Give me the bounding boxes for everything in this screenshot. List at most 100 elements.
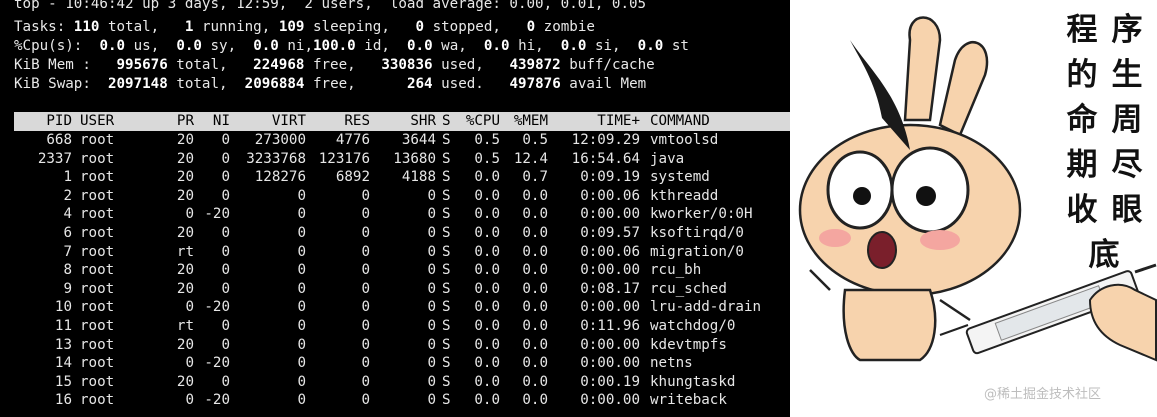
cell-virt: 0 <box>297 318 306 334</box>
summary-uptime-line: top - 10:46:42 up 3 days, 12:59, 2 users… <box>14 0 647 12</box>
cell-ni: -20 <box>204 392 230 409</box>
cell-ni: 0 <box>221 280 230 297</box>
summary-tasks-line: Tasks: 110 total, 1 running, 109 sleepin… <box>14 19 595 35</box>
column-header-state: S <box>442 113 451 129</box>
cell-state: S <box>442 299 451 316</box>
cell-time: 0:08.17 <box>580 280 640 297</box>
cell-command: ksoftirqd/0 <box>650 225 744 241</box>
cell-user: root <box>80 187 115 204</box>
cell-pr: 20 <box>176 262 194 279</box>
cell-ni: 0 <box>221 336 230 353</box>
caption-char: 眼 <box>1111 192 1143 228</box>
cell-pid: 4 <box>63 206 72 223</box>
cell-ni: 0 <box>221 243 230 260</box>
cell-pr: rt <box>176 318 194 334</box>
cell-mem: 12.4 <box>513 150 548 167</box>
cell-mem: 0.0 <box>522 373 548 390</box>
cell-cpu: 0.0 <box>474 187 500 204</box>
cell-user: root <box>80 150 115 167</box>
cell-res: 4776 <box>335 132 370 148</box>
cell-time: 0:09.19 <box>580 169 640 186</box>
cell-command: vmtoolsd <box>650 132 719 148</box>
cell-user: root <box>80 243 115 260</box>
cell-virt: 0 <box>297 336 306 353</box>
cell-cpu: 0.5 <box>474 150 500 167</box>
cell-res: 0 <box>361 355 370 372</box>
cell-virt: 0 <box>297 299 306 316</box>
cell-res: 0 <box>361 187 370 204</box>
cell-res: 0 <box>361 392 370 409</box>
cell-pid: 1 <box>63 169 72 186</box>
meme-panel: @稀土掘金技术社区 程序的生命周期尽收眼底 <box>790 0 1157 417</box>
cell-shr: 0 <box>427 225 436 241</box>
cell-virt: 0 <box>297 392 306 409</box>
cell-cpu: 0.0 <box>474 299 500 316</box>
cell-pid: 15 <box>54 373 72 390</box>
cell-cpu: 0.0 <box>474 243 500 260</box>
column-header-res: RES <box>344 113 370 129</box>
cell-state: S <box>442 336 451 353</box>
cell-cpu: 0.0 <box>474 392 500 409</box>
cell-state: S <box>442 169 451 186</box>
cell-shr: 0 <box>427 299 436 316</box>
cell-pid: 13 <box>54 336 72 353</box>
cell-cpu: 0.0 <box>474 262 500 279</box>
cell-cpu: 0.0 <box>474 169 500 186</box>
caption-char: 底 <box>1088 237 1120 273</box>
cell-res: 0 <box>361 262 370 279</box>
cell-res: 0 <box>361 318 370 334</box>
cell-mem: 0.0 <box>522 336 548 353</box>
cell-command: migration/0 <box>650 243 744 260</box>
cell-mem: 0.0 <box>522 187 548 204</box>
column-header-mem: %MEM <box>513 113 548 129</box>
cell-time: 12:09.29 <box>571 132 640 148</box>
cell-ni: 0 <box>221 150 230 167</box>
cell-pr: 20 <box>176 132 194 148</box>
cell-shr: 0 <box>427 355 436 372</box>
cell-user: root <box>80 392 115 409</box>
cell-time: 0:00.00 <box>580 206 640 223</box>
caption-char: 周 <box>1111 102 1143 138</box>
cell-mem: 0.0 <box>522 280 548 297</box>
cell-cpu: 0.0 <box>474 373 500 390</box>
terminal-window: top - 10:46:42 up 3 days, 12:59, 2 users… <box>0 0 790 417</box>
cell-command: writeback <box>650 392 727 409</box>
cell-ni: 0 <box>221 169 230 186</box>
cell-ni: 0 <box>221 262 230 279</box>
caption-char: 命 <box>1066 102 1098 138</box>
cell-shr: 0 <box>427 243 436 260</box>
cell-state: S <box>442 225 451 241</box>
cell-cpu: 0.0 <box>474 225 500 241</box>
cell-cpu: 0.0 <box>474 280 500 297</box>
cell-shr: 0 <box>427 206 436 223</box>
cell-mem: 0.0 <box>522 355 548 372</box>
cell-pid: 10 <box>54 299 72 316</box>
cell-user: root <box>80 299 115 316</box>
cell-shr: 0 <box>427 336 436 353</box>
cell-shr: 13680 <box>393 150 436 167</box>
cell-shr: 0 <box>427 318 436 334</box>
cell-state: S <box>442 392 451 409</box>
cell-cpu: 0.0 <box>474 336 500 353</box>
cell-mem: 0.0 <box>522 243 548 260</box>
cell-user: root <box>80 355 115 372</box>
cell-shr: 4188 <box>401 169 436 186</box>
cell-res: 0 <box>361 299 370 316</box>
column-header-cpu: %CPU <box>465 113 500 129</box>
cell-virt: 128276 <box>254 169 306 186</box>
cell-state: S <box>442 262 451 279</box>
cell-command: kdevtmpfs <box>650 336 727 353</box>
cell-virt: 3233768 <box>246 150 306 167</box>
column-header-shr: SHR <box>410 113 436 129</box>
cell-time: 16:54.64 <box>571 150 640 167</box>
cell-user: root <box>80 169 115 186</box>
summary-mem-line: KiB Mem : 995676 total, 224968 free, 330… <box>14 57 655 73</box>
cell-cpu: 0.0 <box>474 355 500 372</box>
hand-icon <box>1088 283 1157 362</box>
cell-pr: 20 <box>176 187 194 204</box>
cell-pr: rt <box>176 243 194 260</box>
cell-pid: 7 <box>63 243 72 260</box>
cell-pid: 668 <box>46 132 72 148</box>
cell-pr: 0 <box>185 392 194 409</box>
cell-pid: 9 <box>63 280 72 297</box>
